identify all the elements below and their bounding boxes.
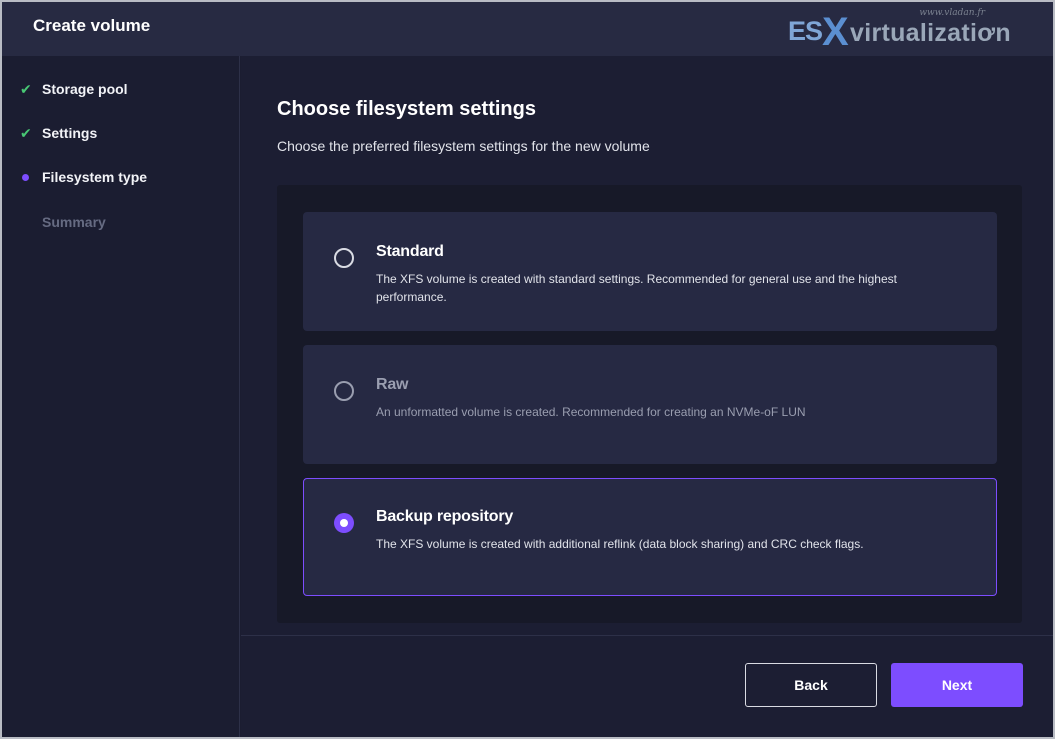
step-summary: Summary [20, 212, 106, 232]
check-icon: ✔ [20, 80, 32, 97]
dialog-title: Create volume [33, 16, 151, 35]
main-content: Choose filesystem settings Choose the pr… [241, 56, 1053, 737]
step-filesystem-type[interactable]: Filesystem type [20, 167, 147, 187]
radio-backup-repository[interactable] [334, 513, 354, 533]
step-label: Summary [42, 214, 106, 230]
option-description: The XFS volume is created with standard … [376, 272, 897, 304]
option-title: Backup repository [376, 508, 514, 525]
page-title: Choose filesystem settings [277, 98, 536, 120]
wizard-steps-sidebar: ✔ Storage pool ✔ Settings Filesystem typ… [2, 56, 240, 737]
option-backup-repository[interactable]: Backup repository The XFS volume is crea… [303, 478, 997, 596]
create-volume-dialog: Create volume www.vladan.fr ES X virtual… [0, 0, 1055, 739]
option-standard[interactable]: Standard The XFS volume is created with … [303, 212, 997, 331]
radio-raw [334, 381, 354, 401]
watermark-url: www.vladan.fr [919, 8, 985, 18]
watermark-es: ES [788, 16, 823, 46]
step-label: Storage pool [42, 81, 128, 97]
footer-divider [241, 635, 1053, 636]
step-settings[interactable]: ✔ Settings [20, 123, 97, 143]
step-label: Settings [42, 125, 98, 141]
step-label: Filesystem type [42, 169, 148, 185]
back-button[interactable]: Back [745, 663, 877, 707]
watermark-text: virtualizatiơn [850, 19, 1011, 47]
option-description: An unformatted volume is created. Recomm… [376, 405, 806, 419]
option-raw: Raw An unformatted volume is created. Re… [303, 345, 997, 464]
watermark-x: X [822, 10, 849, 54]
option-title: Raw [376, 376, 409, 393]
step-storage-pool[interactable]: ✔ Storage pool [20, 79, 128, 99]
filesystem-options-panel: Standard The XFS volume is created with … [277, 185, 1022, 623]
option-title: Standard [376, 243, 444, 260]
check-icon: ✔ [20, 124, 32, 141]
dot-icon [20, 173, 42, 181]
next-button[interactable]: Next [891, 663, 1023, 707]
page-subtitle: Choose the preferred filesystem settings… [277, 138, 650, 154]
option-description: The XFS volume is created with additiona… [376, 537, 864, 551]
dialog-header: Create volume www.vladan.fr ES X virtual… [2, 2, 1053, 56]
watermark-logo: www.vladan.fr ES X virtualizatiơn [788, 8, 1043, 54]
radio-standard[interactable] [334, 248, 354, 268]
